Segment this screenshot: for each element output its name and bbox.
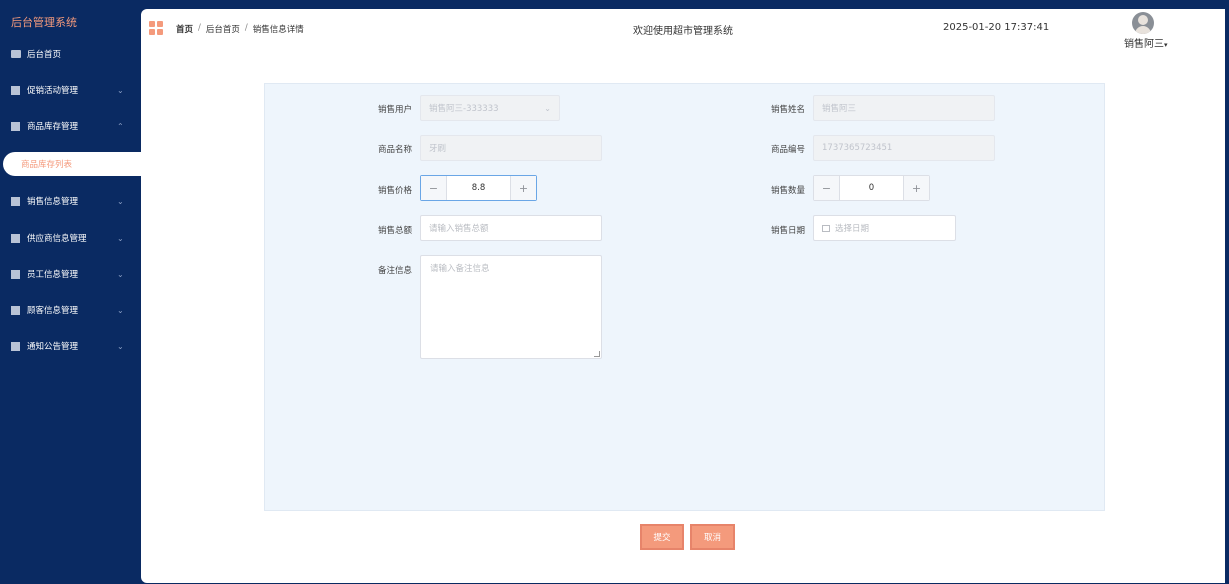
sales-detail-form: 销售用户 销售阿三-333333 ⌄ 销售姓名 销售阿三 商品名称 牙刷 商品编… bbox=[264, 83, 1105, 511]
sale-total-input[interactable]: 请输入销售总额 bbox=[420, 215, 602, 241]
submit-button[interactable]: 提交 bbox=[640, 524, 684, 550]
product-code-value: 1737365723451 bbox=[822, 143, 893, 153]
sale-price-label: 销售价格 bbox=[377, 186, 412, 196]
chevron-down-icon: ⌄ bbox=[544, 103, 551, 113]
sale-name-label: 销售姓名 bbox=[770, 105, 805, 115]
sidebar-item-employee[interactable]: 员工信息管理 ⌄ bbox=[0, 263, 141, 285]
decrement-button[interactable]: − bbox=[421, 176, 447, 200]
sidebar-item-notice[interactable]: 通知公告管理 ⌄ bbox=[0, 335, 141, 357]
sidebar-item-label: 促销活动管理 bbox=[27, 86, 79, 96]
sidebar-item-inventory[interactable]: 商品库存管理 ⌃ bbox=[0, 115, 141, 137]
chevron-down-icon: ⌄ bbox=[117, 305, 124, 315]
main-content: 首页 / 后台首页 / 销售信息详情 欢迎使用超市管理系统 2025-01-20… bbox=[141, 9, 1225, 583]
sale-date-label: 销售日期 bbox=[770, 226, 805, 236]
chevron-up-icon: ⌃ bbox=[117, 121, 124, 131]
sale-price-value[interactable]: 8.8 bbox=[447, 176, 510, 200]
decrement-button[interactable]: − bbox=[814, 176, 840, 200]
breadcrumb: 首页 / 后台首页 / 销售信息详情 bbox=[176, 23, 304, 35]
chevron-down-icon: ⌄ bbox=[117, 233, 124, 243]
welcome-text: 欢迎使用超市管理系统 bbox=[633, 26, 733, 37]
sale-date-picker[interactable]: 选择日期 bbox=[813, 215, 956, 241]
sale-total-label: 销售总额 bbox=[377, 226, 412, 236]
breadcrumb-separator: / bbox=[198, 23, 201, 33]
checkbox-icon bbox=[11, 196, 20, 206]
checkbox-icon bbox=[11, 341, 20, 351]
sale-user-label: 销售用户 bbox=[377, 105, 412, 115]
sale-price-stepper[interactable]: − 8.8 + bbox=[420, 175, 537, 201]
sale-user-value: 销售阿三-333333 bbox=[429, 104, 499, 114]
resize-handle-icon[interactable] bbox=[594, 351, 600, 357]
menu-toggle-icon[interactable] bbox=[149, 21, 163, 35]
sale-date-placeholder: 选择日期 bbox=[835, 224, 870, 234]
sidebar-item-label: 商品库存管理 bbox=[27, 122, 79, 132]
product-name-input[interactable]: 牙刷 bbox=[420, 135, 602, 161]
sidebar-item-label: 后台首页 bbox=[27, 50, 62, 60]
sidebar: 后台管理系统 后台首页 促销活动管理 ⌄ 商品库存管理 ⌃ 商品库存列表 销售信… bbox=[0, 0, 141, 584]
sidebar-subitem-inventory-list[interactable]: 商品库存列表 bbox=[3, 152, 141, 176]
calendar-icon bbox=[822, 224, 830, 232]
sidebar-item-supplier[interactable]: 供应商信息管理 ⌄ bbox=[0, 227, 141, 249]
increment-button[interactable]: + bbox=[510, 176, 536, 200]
datetime-display: 2025-01-20 17:37:41 bbox=[943, 22, 1050, 33]
sidebar-item-label: 通知公告管理 bbox=[27, 342, 79, 352]
sidebar-item-label: 员工信息管理 bbox=[27, 270, 79, 280]
breadcrumb-home[interactable]: 首页 bbox=[176, 23, 193, 35]
checkbox-icon bbox=[11, 121, 20, 131]
sale-qty-stepper[interactable]: − 0 + bbox=[813, 175, 930, 201]
checkbox-icon bbox=[11, 233, 20, 243]
product-name-value: 牙刷 bbox=[429, 144, 447, 154]
checkbox-icon bbox=[11, 269, 20, 279]
chevron-down-icon: ⌄ bbox=[117, 196, 124, 206]
sale-qty-value[interactable]: 0 bbox=[840, 176, 903, 200]
chevron-down-icon: ⌄ bbox=[117, 85, 124, 95]
chevron-down-icon: ⌄ bbox=[117, 269, 124, 279]
product-code-label: 商品编号 bbox=[770, 145, 805, 155]
checkbox-icon bbox=[11, 85, 20, 95]
cancel-button[interactable]: 取消 bbox=[690, 524, 735, 550]
sale-name-input[interactable]: 销售阿三 bbox=[813, 95, 995, 121]
breadcrumb-dashboard[interactable]: 后台首页 bbox=[206, 23, 240, 35]
chevron-down-icon: ⌄ bbox=[117, 341, 124, 351]
product-name-label: 商品名称 bbox=[377, 145, 412, 155]
brand-title: 后台管理系统 bbox=[11, 16, 77, 29]
remark-textarea[interactable]: 请输入备注信息 bbox=[420, 255, 602, 359]
avatar[interactable] bbox=[1132, 12, 1154, 34]
sidebar-item-customer[interactable]: 顾客信息管理 ⌄ bbox=[0, 299, 141, 321]
breadcrumb-separator: / bbox=[244, 23, 248, 33]
sidebar-item-promotion[interactable]: 促销活动管理 ⌄ bbox=[0, 79, 141, 101]
breadcrumb-current: 销售信息详情 bbox=[252, 25, 304, 35]
remark-placeholder: 请输入备注信息 bbox=[430, 264, 490, 274]
sidebar-item-label: 销售信息管理 bbox=[27, 197, 79, 207]
increment-button[interactable]: + bbox=[903, 176, 929, 200]
sale-user-select[interactable]: 销售阿三-333333 ⌄ bbox=[420, 95, 560, 121]
checkbox-icon bbox=[11, 305, 20, 315]
sale-total-placeholder: 请输入销售总额 bbox=[429, 224, 489, 234]
caret-down-icon: ▾ bbox=[1164, 41, 1168, 49]
product-code-input[interactable]: 1737365723451 bbox=[813, 135, 995, 161]
sale-qty-label: 销售数量 bbox=[770, 186, 805, 196]
sidebar-item-sales[interactable]: 销售信息管理 ⌄ bbox=[0, 190, 141, 212]
sidebar-item-label: 供应商信息管理 bbox=[27, 234, 87, 244]
username-label: 销售阿三 bbox=[1124, 39, 1164, 50]
topbar: 首页 / 后台首页 / 销售信息详情 欢迎使用超市管理系统 2025-01-20… bbox=[141, 9, 1225, 50]
sidebar-item-label: 顾客信息管理 bbox=[27, 306, 79, 316]
monitor-icon bbox=[11, 50, 21, 58]
user-menu[interactable]: 销售阿三▾ bbox=[1124, 35, 1168, 50]
sale-name-value: 销售阿三 bbox=[822, 104, 857, 114]
remark-label: 备注信息 bbox=[377, 266, 412, 276]
sidebar-item-dashboard[interactable]: 后台首页 bbox=[0, 43, 141, 65]
